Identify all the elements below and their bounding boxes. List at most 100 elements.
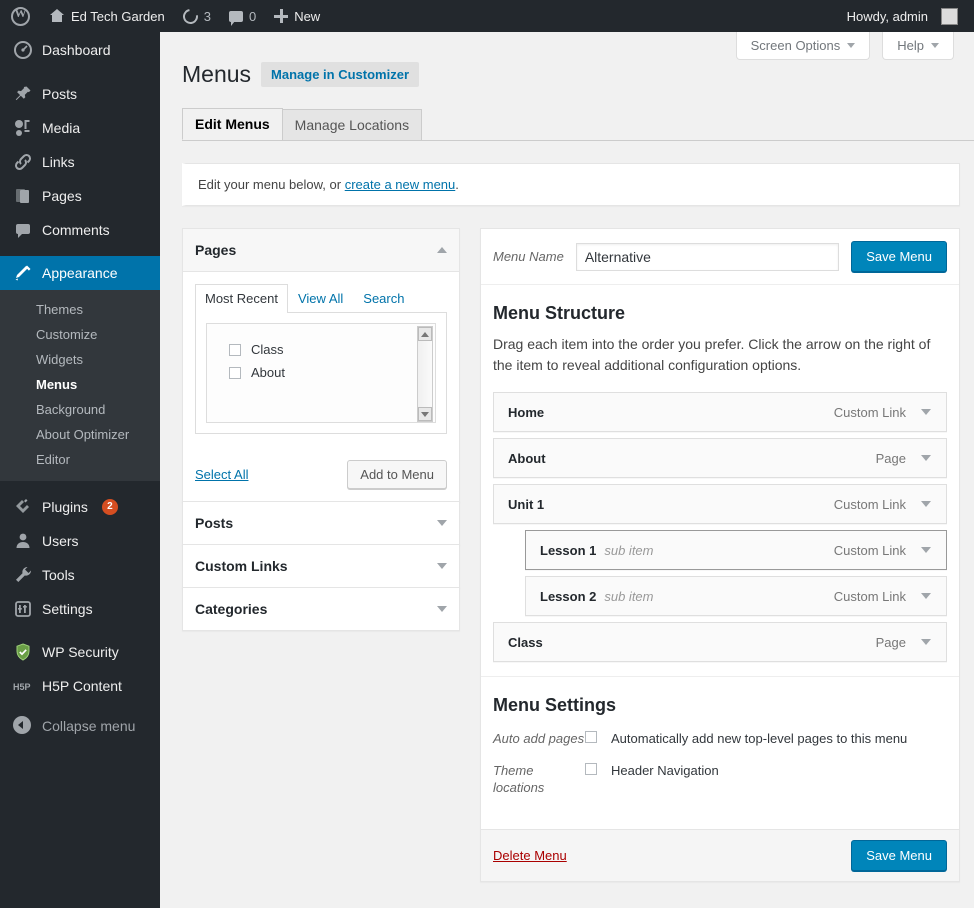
pages-checklist: Class About [206,323,436,423]
notice-suffix: . [455,177,459,192]
accordion-categories-header[interactable]: Categories [183,588,459,630]
settings-icon [13,599,33,619]
avatar [941,7,958,25]
sidebar-item-dashboard[interactable]: Dashboard [0,32,160,68]
submenu-item-background[interactable]: Background [0,397,160,422]
help-button[interactable]: Help [882,32,954,60]
accordion-pages: Pages Most Recent View All Search Class [182,228,460,502]
menu-item-lesson-1[interactable]: Lesson 1 sub item Custom Link [525,530,947,570]
page-checkbox[interactable] [229,366,241,379]
page-checkbox[interactable] [229,343,241,356]
menu-item-labels: About [508,451,546,466]
save-menu-button-bottom[interactable]: Save Menu [851,839,947,871]
menu-structure-body: Menu Structure Drag each item into the o… [481,285,959,662]
notice-prefix: Edit your menu below, or [198,177,345,192]
accordion-pages-header[interactable]: Pages [183,229,459,272]
menu-item-unit-1[interactable]: Unit 1 Custom Link [493,484,947,524]
submenu-item-customize[interactable]: Customize [0,322,160,347]
chevron-down-icon [921,547,931,553]
menu-item-about[interactable]: About Page [493,438,947,478]
comments-menu[interactable]: 0 [220,0,265,32]
wordpress-logo-menu[interactable] [0,0,40,32]
sidebar-item-pages[interactable]: Pages [0,179,160,213]
select-all-link[interactable]: Select All [195,467,248,482]
sidebar-item-tools[interactable]: Tools [0,558,160,592]
submenu-item-editor[interactable]: Editor [0,447,160,472]
submenu-item-widgets[interactable]: Widgets [0,347,160,372]
submenu-item-themes[interactable]: Themes [0,297,160,322]
main-content: Screen Options Help Menus Manage in Cust… [160,32,974,908]
site-name-menu[interactable]: Ed Tech Garden [40,0,174,32]
accordion-custom-links-header[interactable]: Custom Links [183,545,459,587]
sidebar-item-h5p-content[interactable]: H5P H5P Content [0,669,160,703]
manage-in-customizer-button[interactable]: Manage in Customizer [261,62,420,87]
h5p-icon: H5P [13,676,33,696]
menu-item-home[interactable]: Home Custom Link [493,392,947,432]
sidebar-item-posts[interactable]: Posts [0,77,160,111]
menu-item-expand-toggle[interactable] [906,393,946,431]
menu-item-type: Custom Link [833,404,906,420]
menu-item-class[interactable]: Class Page [493,622,947,662]
accordion-posts-header[interactable]: Posts [183,502,459,544]
new-content-menu[interactable]: New [265,0,329,32]
my-account-menu[interactable]: Howdy, admin [838,0,974,32]
scroll-up-button[interactable] [418,327,432,341]
updates-count: 3 [203,8,211,24]
tab-manage-locations[interactable]: Manage Locations [281,109,423,140]
new-label: New [294,8,321,24]
menu-settings-title: Menu Settings [493,695,617,715]
accordion-title: Categories [195,601,268,617]
menu-item-expand-toggle[interactable] [906,485,946,523]
menu-item-expand-toggle[interactable] [906,439,946,477]
pages-tab-most-recent[interactable]: Most Recent [195,284,288,313]
menu-structure-description: Drag each item into the order you prefer… [493,336,931,373]
menu-item-expand-toggle[interactable] [906,623,946,661]
plug-icon [13,497,33,517]
menu-item-labels: Home [508,405,544,420]
chevron-up-icon [437,247,447,253]
list-item[interactable]: About [229,365,435,380]
media-icon [13,118,33,138]
menu-item-expand-toggle[interactable] [906,531,946,569]
submenu-item-menus[interactable]: Menus [0,372,160,397]
menu-item-expand-toggle[interactable] [906,577,946,615]
submenu-item-about-optimizer[interactable]: About Optimizer [0,422,160,447]
sidebar-item-comments[interactable]: Comments [0,213,160,247]
sidebar-item-appearance[interactable]: Appearance [0,256,168,290]
auto-add-pages-checkbox[interactable] [585,731,597,743]
tab-edit-menus[interactable]: Edit Menus [182,108,283,140]
menu-name-input[interactable] [575,242,840,271]
chevron-down-icon [437,606,447,612]
save-menu-button-top[interactable]: Save Menu [851,241,947,272]
sidebar-item-label: Comments [42,222,110,238]
scroll-down-button[interactable] [418,407,432,421]
menu-item-sub-label: sub item [604,588,654,604]
menu-item-title: Class [508,634,543,650]
add-to-menu-button[interactable]: Add to Menu [347,460,447,489]
updates-menu[interactable]: 3 [174,0,220,32]
sidebar-item-label: Plugins [42,499,88,515]
sidebar-item-media[interactable]: Media [0,111,160,145]
sidebar-item-wp-security[interactable]: WP Security [0,635,160,669]
header-navigation-checkbox[interactable] [585,762,597,775]
delete-menu-link[interactable]: Delete Menu [493,848,567,863]
sidebar-item-label: H5P Content [42,678,122,694]
pin-icon [13,84,33,104]
menu-item-lesson-2[interactable]: Lesson 2 sub item Custom Link [525,576,947,616]
sidebar-item-links[interactable]: Links [0,145,160,179]
pages-tab-search[interactable]: Search [353,284,414,313]
pages-list-scrollbar[interactable] [417,326,433,422]
accordion-title: Pages [195,242,237,258]
create-new-menu-link[interactable]: create a new menu [345,177,456,192]
sidebar-item-users[interactable]: Users [0,524,160,558]
pages-tab-view-all[interactable]: View All [288,284,353,313]
theme-locations-control: Header Navigation [585,762,719,797]
list-item[interactable]: Class [229,342,435,357]
sidebar-item-plugins[interactable]: Plugins 2 [0,490,160,524]
sidebar-item-settings[interactable]: Settings [0,592,160,626]
brush-icon [13,263,33,283]
screen-options-button[interactable]: Screen Options [735,32,871,60]
sidebar-item-collapse-menu[interactable]: Collapse menu [0,709,160,743]
chevron-down-icon [921,593,931,599]
sidebar-item-label: Media [42,120,81,136]
